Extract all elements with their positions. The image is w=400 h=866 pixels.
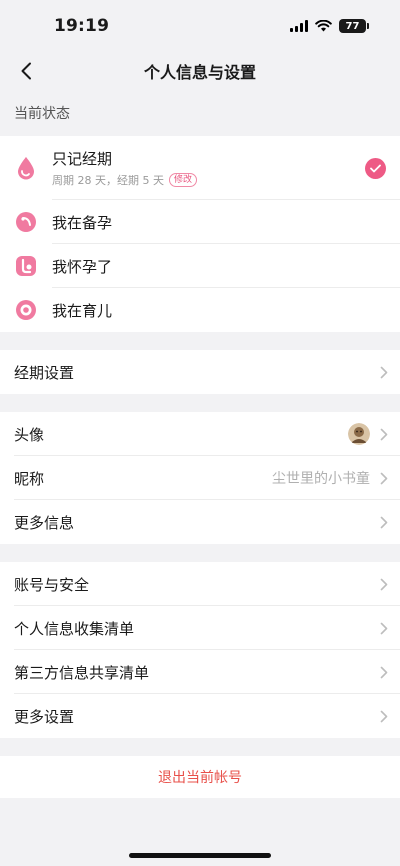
period-settings-group: 经期设置 — [0, 350, 400, 394]
chevron-right-icon — [378, 709, 390, 723]
nickname-value: 尘世里的小书童 — [272, 471, 370, 487]
status-option-title: 我在备孕 — [52, 213, 113, 232]
chevron-right-icon — [378, 427, 390, 441]
status-option-parenting[interactable]: 我在育儿 — [0, 288, 400, 332]
baby-icon — [14, 298, 38, 322]
row-label: 更多信息 — [14, 513, 75, 532]
account-group: 账号与安全 个人信息收集清单 第三方信息共享清单 更多设置 — [0, 562, 400, 738]
row-third-party-sharing[interactable]: 第三方信息共享清单 — [0, 650, 400, 694]
row-label: 第三方信息共享清单 — [14, 663, 150, 682]
status-option-title: 只记经期 — [52, 150, 113, 168]
status-time: 19:19 — [54, 16, 110, 36]
status-option-title: 我怀孕了 — [52, 257, 113, 276]
status-option-trying[interactable]: 我在备孕 — [0, 200, 400, 244]
avatar[interactable] — [348, 423, 370, 445]
nav-bar: 个人信息与设置 — [0, 52, 400, 90]
battery-level: 77 — [345, 20, 360, 32]
row-label: 账号与安全 — [14, 575, 90, 594]
home-indicator — [129, 853, 271, 858]
chevron-right-icon — [378, 621, 390, 635]
row-more-info[interactable]: 更多信息 — [0, 500, 400, 544]
row-label: 头像 — [14, 425, 45, 444]
profile-group: 头像 昵称 尘世里的小书童 更多信息 — [0, 412, 400, 544]
drop-icon — [14, 156, 38, 180]
row-label: 昵称 — [14, 469, 45, 488]
row-label: 个人信息收集清单 — [14, 619, 135, 638]
status-option-pregnant[interactable]: 我怀孕了 — [0, 244, 400, 288]
row-account-security[interactable]: 账号与安全 — [0, 562, 400, 606]
current-status-group: 只记经期 周期 28 天，经期 5 天 修改 我在备孕 我怀孕了 我在育儿 — [0, 136, 400, 332]
chevron-right-icon — [378, 515, 390, 529]
chevron-right-icon — [378, 365, 390, 379]
chevron-right-icon — [378, 577, 390, 591]
edit-badge[interactable]: 修改 — [168, 173, 197, 187]
cycle-summary: 周期 28 天，经期 5 天 — [52, 174, 164, 187]
battery-icon: 77 — [339, 19, 369, 33]
row-avatar[interactable]: 头像 — [0, 412, 400, 456]
status-icons: 77 — [290, 19, 369, 33]
status-option-subtitle: 周期 28 天，经期 5 天 修改 — [52, 172, 197, 188]
row-label: 更多设置 — [14, 707, 75, 726]
pregnant-icon — [14, 254, 38, 278]
row-nickname[interactable]: 昵称 尘世里的小书童 — [0, 456, 400, 500]
section-label-current-status: 当前状态 — [14, 106, 70, 122]
chevron-right-icon — [378, 665, 390, 679]
row-more-settings[interactable]: 更多设置 — [0, 694, 400, 738]
page-title: 个人信息与设置 — [143, 63, 256, 82]
selected-check-icon — [365, 158, 386, 179]
status-option-title: 我在育儿 — [52, 301, 113, 320]
back-button[interactable] — [12, 56, 40, 86]
logout-label: 退出当前帐号 — [158, 770, 242, 786]
chevron-left-icon — [21, 62, 31, 80]
status-bar: 19:19 77 — [0, 0, 400, 52]
row-label: 经期设置 — [14, 363, 75, 382]
egg-icon — [14, 210, 38, 234]
wifi-icon — [315, 20, 332, 32]
row-personal-info-list[interactable]: 个人信息收集清单 — [0, 606, 400, 650]
logout-button[interactable]: 退出当前帐号 — [0, 756, 400, 798]
row-period-settings[interactable]: 经期设置 — [0, 350, 400, 394]
status-option-period-only[interactable]: 只记经期 周期 28 天，经期 5 天 修改 — [0, 136, 400, 200]
signal-icon — [290, 20, 308, 32]
chevron-right-icon — [378, 471, 390, 485]
